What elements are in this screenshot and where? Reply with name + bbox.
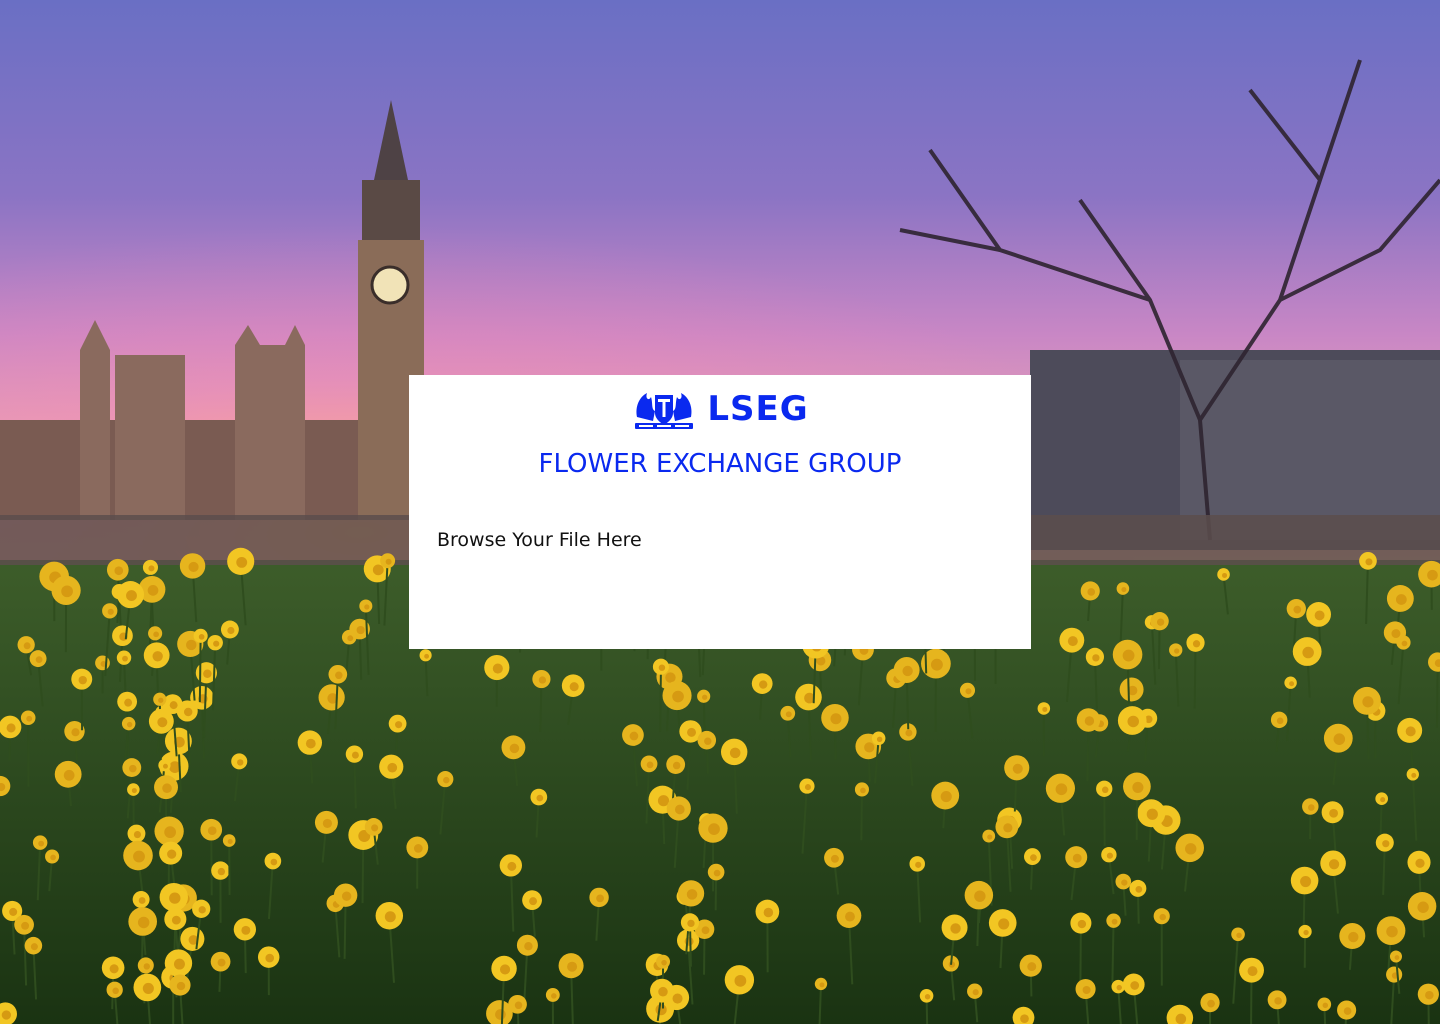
logo-text: LSEG	[707, 389, 809, 429]
brand-logo: LSEG	[409, 387, 1031, 431]
upload-card: LSEG FLOWER EXCHANGE GROUP Browse Your F…	[409, 375, 1031, 649]
company-name: FLOWER EXCHANGE GROUP	[538, 449, 902, 479]
browse-file-label[interactable]: Browse Your File Here	[437, 529, 642, 551]
crest-icon	[635, 393, 694, 429]
